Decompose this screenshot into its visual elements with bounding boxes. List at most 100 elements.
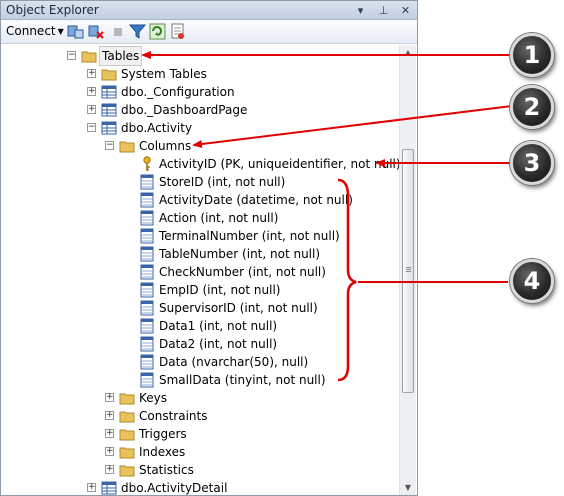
tree-label: Columns xyxy=(139,139,192,153)
expand-icon[interactable]: + xyxy=(87,87,96,96)
table-icon xyxy=(101,481,117,495)
collapse-icon[interactable]: − xyxy=(105,141,114,150)
key-icon xyxy=(143,156,151,171)
stop-icon[interactable] xyxy=(109,23,126,40)
tree-node-table[interactable]: − dbo.Activity xyxy=(1,119,399,137)
collapse-icon[interactable]: − xyxy=(87,123,96,132)
close-icon[interactable]: ✕ xyxy=(398,3,413,18)
tree-label: SmallData (tinyint, not null) xyxy=(159,373,326,387)
column-icon xyxy=(140,300,154,316)
folder-icon xyxy=(119,447,135,459)
tree-label: TerminalNumber (int, not null) xyxy=(159,229,340,243)
column-icon xyxy=(140,336,154,352)
tree-node-columns[interactable]: − Columns xyxy=(1,137,399,155)
panel-title: Object Explorer xyxy=(6,3,99,17)
expand-icon[interactable]: + xyxy=(105,447,114,456)
tree-label: dbo._Configuration xyxy=(121,85,235,99)
tree-node-column[interactable]: ActivityDate (datetime, not null) xyxy=(1,191,399,209)
tree-node-triggers[interactable]: + Triggers xyxy=(1,425,399,443)
chevron-down-icon: ▼ xyxy=(57,27,64,36)
tree-node-column[interactable]: SmallData (tinyint, not null) xyxy=(1,371,399,389)
tree-label: Data (nvarchar(50), null) xyxy=(159,355,309,369)
object-explorer-panel: Object Explorer ▾ ⊥ ✕ Connect▼ − Tables xyxy=(0,0,418,496)
tree-label: System Tables xyxy=(121,67,207,81)
folder-icon xyxy=(119,141,135,153)
column-icon xyxy=(140,264,154,280)
expand-icon[interactable]: + xyxy=(105,411,114,420)
expand-icon[interactable]: + xyxy=(105,465,114,474)
dropdown-icon[interactable]: ▾ xyxy=(353,3,368,18)
tree-node-constraints[interactable]: + Constraints xyxy=(1,407,399,425)
table-icon xyxy=(101,103,117,117)
collapse-icon[interactable]: − xyxy=(67,51,76,60)
tree-label: ActivityDate (datetime, not null) xyxy=(159,193,353,207)
connect-icon[interactable] xyxy=(67,23,84,40)
folder-icon xyxy=(119,465,135,477)
tree-label: dbo.Activity xyxy=(121,121,193,135)
column-icon xyxy=(140,192,154,208)
table-icon xyxy=(101,121,117,135)
tree-node-column[interactable]: TableNumber (int, not null) xyxy=(1,245,399,263)
connect-label: Connect xyxy=(6,24,56,38)
tree-node-column[interactable]: EmpID (int, not null) xyxy=(1,281,399,299)
object-tree: − Tables + System Tables + dbo._Configur… xyxy=(1,45,401,495)
tree-node-column[interactable]: CheckNumber (int, not null) xyxy=(1,263,399,281)
filter-icon[interactable] xyxy=(129,23,146,40)
tree-label: TableNumber (int, not null) xyxy=(159,247,321,261)
tree-label: Triggers xyxy=(139,427,187,441)
column-icon xyxy=(140,228,154,244)
tree-node-table[interactable]: + dbo._DashboardPage xyxy=(1,101,399,119)
column-icon xyxy=(140,282,154,298)
callout-3: 3 xyxy=(510,141,554,185)
column-icon xyxy=(140,174,154,190)
column-icon xyxy=(140,372,154,388)
scroll-down-icon[interactable]: ▼ xyxy=(400,480,416,495)
column-icon xyxy=(140,318,154,334)
vertical-scrollbar[interactable]: ▲ ▼ xyxy=(399,45,416,495)
expand-icon[interactable]: + xyxy=(105,393,114,402)
tree-label: SupervisorID (int, not null) xyxy=(159,301,318,315)
tree-node-column[interactable]: Action (int, not null) xyxy=(1,209,399,227)
tree-label: Keys xyxy=(139,391,168,405)
tree-node-column[interactable]: SupervisorID (int, not null) xyxy=(1,299,399,317)
tree-node-statistics[interactable]: + Statistics xyxy=(1,461,399,479)
tree-label: Indexes xyxy=(139,445,186,459)
tree-node-tables[interactable]: − Tables xyxy=(1,46,399,66)
tree-node-column[interactable]: Data1 (int, not null) xyxy=(1,317,399,335)
tree-node-column[interactable]: Data (nvarchar(50), null) xyxy=(1,353,399,371)
scroll-thumb[interactable] xyxy=(402,149,414,393)
folder-icon xyxy=(119,393,135,405)
folder-icon xyxy=(119,429,135,441)
disconnect-icon[interactable] xyxy=(88,23,105,40)
tree-node-keys[interactable]: + Keys xyxy=(1,389,399,407)
column-icon xyxy=(140,246,154,262)
script-icon[interactable] xyxy=(169,23,186,40)
expand-icon[interactable]: + xyxy=(87,483,96,492)
expand-icon[interactable]: + xyxy=(87,69,96,78)
connect-button[interactable]: Connect ▼ xyxy=(6,24,64,38)
tree-label: EmpID (int, not null) xyxy=(159,283,281,297)
folder-icon xyxy=(119,411,135,423)
tree-node-column[interactable]: Data2 (int, not null) xyxy=(1,335,399,353)
refresh-icon[interactable] xyxy=(149,23,166,40)
callout-4: 4 xyxy=(510,259,554,303)
tree-node-column[interactable]: TerminalNumber (int, not null) xyxy=(1,227,399,245)
tree-node-column[interactable]: ActivityID (PK, uniqueidentifier, not nu… xyxy=(1,155,401,173)
tree-label: Statistics xyxy=(139,463,194,477)
expand-icon[interactable]: + xyxy=(105,429,114,438)
pin-icon[interactable]: ⊥ xyxy=(376,3,391,18)
tree-node-column[interactable]: StoreID (int, not null) xyxy=(1,173,399,191)
column-icon xyxy=(140,210,154,226)
tree-node-table[interactable]: + dbo._Configuration xyxy=(1,83,399,101)
tree-label: dbo.ActivityDetail xyxy=(121,481,228,495)
table-icon xyxy=(101,85,117,99)
tree-node-indexes[interactable]: + Indexes xyxy=(1,443,399,461)
tree-node-table[interactable]: + dbo.ActivityDetail xyxy=(1,479,399,495)
folder-icon xyxy=(101,69,117,81)
folder-icon xyxy=(81,51,97,63)
scroll-up-icon[interactable]: ▲ xyxy=(400,45,416,61)
tree-label: CheckNumber (int, not null) xyxy=(159,265,326,279)
tree-label: ActivityID (PK, uniqueidentifier, not nu… xyxy=(159,157,401,171)
tree-node-system-tables[interactable]: + System Tables xyxy=(1,65,399,83)
expand-icon[interactable]: + xyxy=(87,105,96,114)
